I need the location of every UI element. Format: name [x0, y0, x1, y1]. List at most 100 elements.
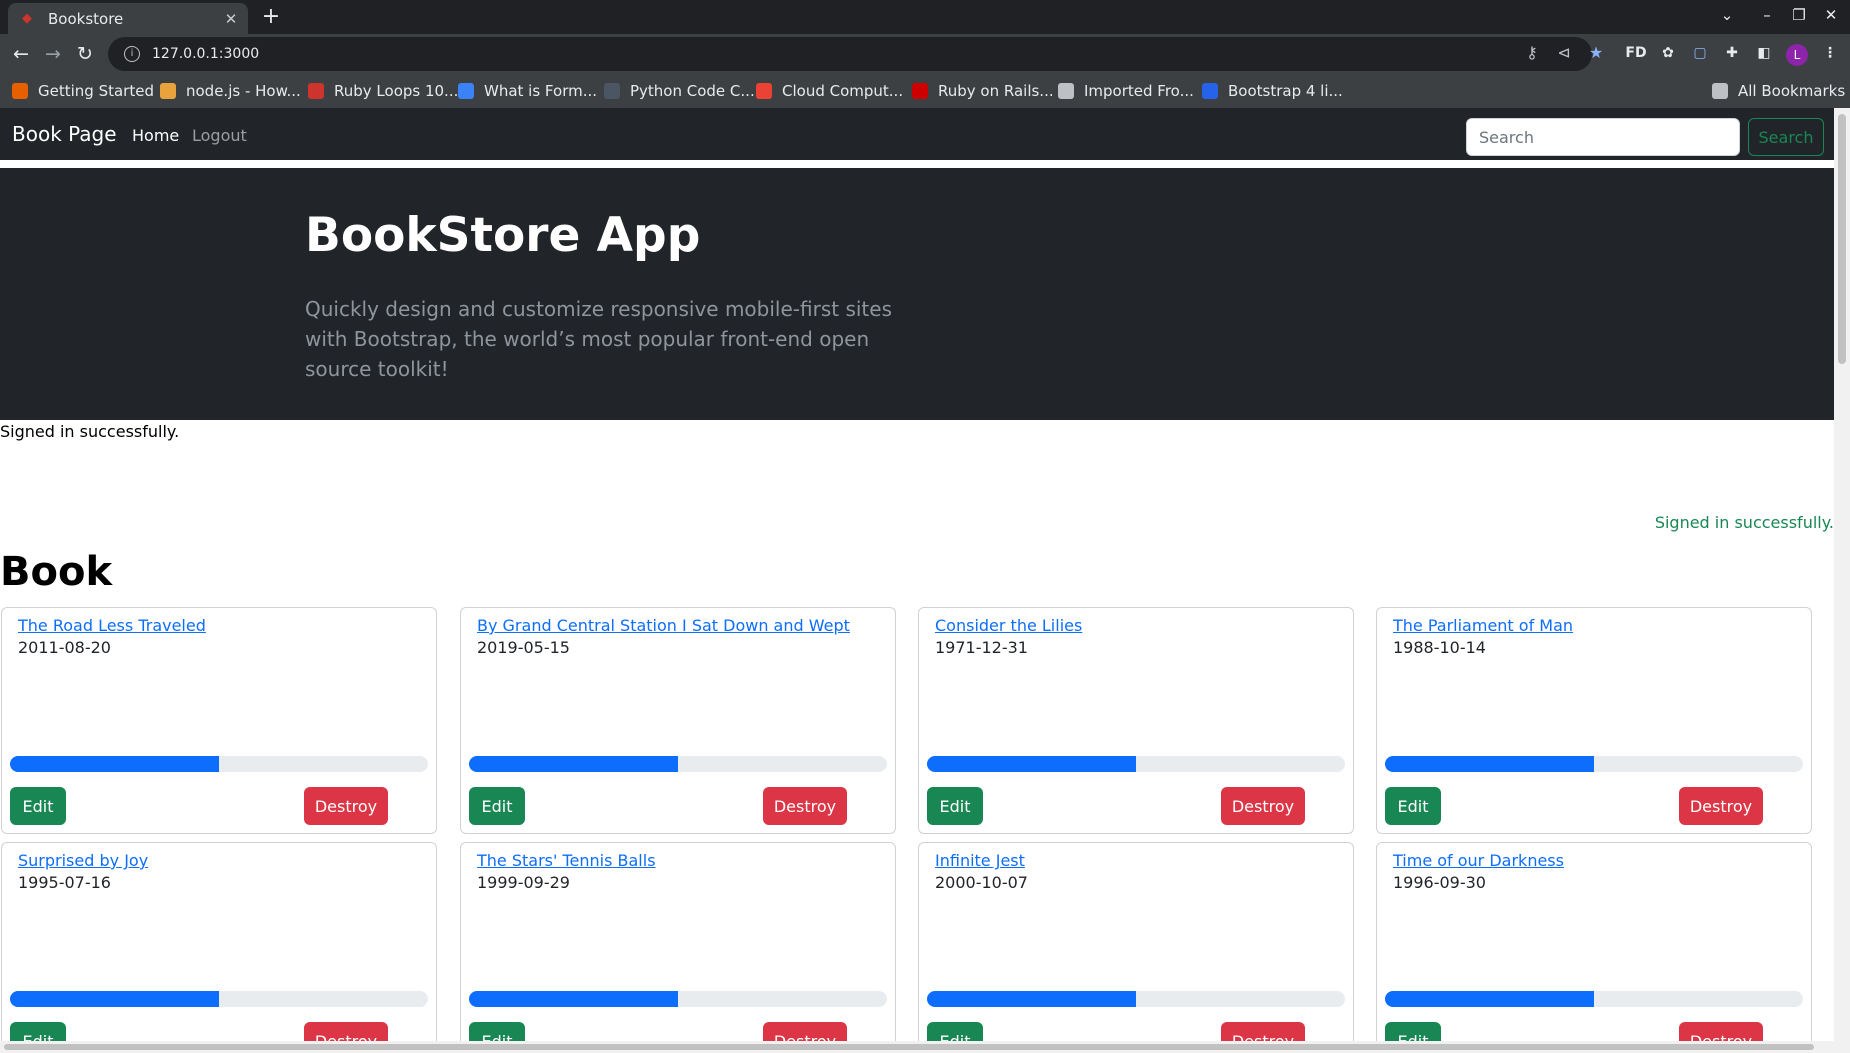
- bookmark-star-icon[interactable]: ★: [1584, 41, 1608, 65]
- destroy-button[interactable]: Destroy: [1679, 787, 1763, 825]
- book-card: The Parliament of Man 1988-10-14 Edit Destr…: [1376, 607, 1812, 834]
- nav-logout-link[interactable]: Logout: [192, 126, 247, 145]
- search-button[interactable]: Search: [1748, 118, 1824, 156]
- book-progress-bar: [1385, 756, 1594, 772]
- bookmark-label: Bootstrap 4 li...: [1228, 82, 1343, 100]
- side-panel-icon[interactable]: ◧: [1752, 41, 1776, 65]
- book-date: 2000-10-07: [935, 873, 1028, 892]
- book-date: 1996-09-30: [1393, 873, 1486, 892]
- bookmark-item[interactable]: Imported Fro...: [1058, 80, 1194, 102]
- share-icon[interactable]: ⊲: [1552, 41, 1576, 65]
- forward-icon[interactable]: →: [40, 41, 66, 67]
- translate-extension-icon[interactable]: ▢: [1688, 41, 1712, 65]
- horizontal-scrollbar-thumb[interactable]: [4, 1044, 1814, 1050]
- bookmark-item[interactable]: Getting Started: [12, 80, 154, 102]
- firefox-icon: [12, 83, 28, 99]
- flash-notice: Signed in successfully.: [0, 422, 180, 441]
- book-progress: [469, 756, 887, 772]
- edit-button[interactable]: Edit: [1385, 787, 1441, 825]
- book-card: By Grand Central Station I Sat Down and …: [460, 607, 896, 834]
- book-progress-bar: [469, 991, 678, 1007]
- browser-tab[interactable]: ◆ Bookstore ✕: [8, 3, 248, 34]
- folder-icon: [1712, 83, 1728, 99]
- edit-button[interactable]: Edit: [10, 787, 66, 825]
- book-progress-bar: [1385, 991, 1594, 1007]
- close-tab-icon[interactable]: ✕: [220, 10, 242, 28]
- hero-title: BookStore App: [305, 208, 701, 263]
- bookmark-label: Getting Started: [38, 82, 154, 100]
- reload-icon[interactable]: ↻: [72, 41, 98, 67]
- tab-search-chevron-icon[interactable]: ⌄: [1716, 6, 1738, 24]
- extension-feather-icon[interactable]: ✿: [1656, 41, 1680, 65]
- page-viewport: Book Page Home Logout Search BookStore A…: [0, 108, 1850, 1053]
- book-title-link[interactable]: Infinite Jest: [935, 851, 1025, 870]
- bookmark-label: Ruby Loops 10...: [334, 82, 459, 100]
- vertical-scrollbar-thumb[interactable]: [1838, 114, 1846, 364]
- vertical-scrollbar[interactable]: [1834, 108, 1850, 1053]
- close-window-icon[interactable]: ✕: [1820, 6, 1842, 24]
- book-card: The Stars' Tennis Balls1999-09-29EditDes…: [460, 842, 896, 1053]
- new-tab-icon[interactable]: +: [258, 4, 284, 30]
- extensions-puzzle-icon[interactable]: ✚: [1720, 41, 1744, 65]
- back-icon[interactable]: ←: [8, 41, 34, 67]
- book-progress-bar: [927, 991, 1136, 1007]
- extension-fd-icon[interactable]: FD: [1624, 41, 1648, 65]
- book-progress: [927, 991, 1345, 1007]
- rails-icon: [912, 83, 928, 99]
- page-heading: Book: [0, 549, 113, 595]
- menu-kebab-icon[interactable]: ⋮: [1818, 41, 1842, 65]
- horizontal-scrollbar[interactable]: [0, 1041, 1834, 1053]
- bookmark-item[interactable]: Ruby on Rails...: [912, 80, 1054, 102]
- book-title-link[interactable]: Surprised by Joy: [18, 851, 148, 870]
- edit-button[interactable]: Edit: [469, 787, 525, 825]
- browser-chrome: ◆ Bookstore ✕ + ⌄ – ❐ ✕ ← → ↻ i 127.0.0.…: [0, 0, 1850, 108]
- bookmark-item[interactable]: node.js - How...: [160, 80, 301, 102]
- bookmark-item[interactable]: Cloud Comput...: [756, 80, 903, 102]
- book-date: 1995-07-16: [18, 873, 111, 892]
- book-progress: [469, 991, 887, 1007]
- destroy-button[interactable]: Destroy: [1221, 787, 1305, 825]
- nav-home-link[interactable]: Home: [132, 126, 179, 145]
- destroy-button[interactable]: Destroy: [304, 787, 388, 825]
- book-progress-bar: [10, 991, 219, 1007]
- bookmark-label: node.js - How...: [186, 82, 301, 100]
- book-date: 2011-08-20: [18, 638, 111, 657]
- book-date: 1999-09-29: [477, 873, 570, 892]
- bookmark-item[interactable]: Bootstrap 4 li...: [1202, 80, 1343, 102]
- book-card: Time of our Darkness1996-09-30EditDestro…: [1376, 842, 1812, 1053]
- book-title-link[interactable]: Time of our Darkness: [1393, 851, 1564, 870]
- url-text: 127.0.0.1:3000: [152, 46, 260, 62]
- shield-icon: [458, 83, 474, 99]
- profile-avatar[interactable]: L: [1786, 44, 1808, 66]
- hero-section: BookStore App Quickly design and customi…: [0, 168, 1834, 420]
- book-title-link[interactable]: The Parliament of Man: [1393, 616, 1573, 635]
- bookmark-item[interactable]: Ruby Loops 10...: [308, 80, 458, 102]
- book-title-link[interactable]: Consider the Lilies: [935, 616, 1082, 635]
- book-title-link[interactable]: By Grand Central Station I Sat Down and …: [477, 616, 850, 635]
- bookmark-item[interactable]: What is Form...: [458, 80, 597, 102]
- browser-toolbar: ← → ↻ i 127.0.0.1:3000 ⚷ ⊲ ★ FD ✿ ▢ ✚ ◧ …: [0, 34, 1850, 74]
- bookmarks-bar: Getting Started node.js - How... Ruby Loop…: [0, 74, 1850, 108]
- key-icon[interactable]: ⚷: [1520, 41, 1544, 65]
- book-date: 1971-12-31: [935, 638, 1028, 657]
- edit-button[interactable]: Edit: [927, 787, 983, 825]
- all-bookmarks-label: All Bookmarks: [1738, 82, 1846, 100]
- address-bar[interactable]: i 127.0.0.1:3000: [108, 37, 1592, 71]
- search-input[interactable]: [1466, 118, 1740, 156]
- book-title-link[interactable]: The Stars' Tennis Balls: [477, 851, 656, 870]
- book-progress: [1385, 756, 1803, 772]
- site-info-icon[interactable]: i: [124, 46, 140, 62]
- book-title-link[interactable]: The Road Less Traveled: [18, 616, 206, 635]
- book-progress-bar: [10, 756, 219, 772]
- bootstrap-icon: [1202, 83, 1218, 99]
- restore-icon[interactable]: ❐: [1788, 6, 1810, 24]
- ruby-icon: [308, 83, 324, 99]
- bookmark-item[interactable]: Python Code C...: [604, 80, 755, 102]
- all-bookmarks[interactable]: All Bookmarks: [1712, 80, 1845, 102]
- destroy-button[interactable]: Destroy: [763, 787, 847, 825]
- navbar-brand[interactable]: Book Page: [12, 122, 117, 146]
- book-date: 2019-05-15: [477, 638, 570, 657]
- folder-icon: [1058, 83, 1074, 99]
- bookmark-label: Imported Fro...: [1084, 82, 1194, 100]
- minimize-icon[interactable]: –: [1756, 6, 1778, 24]
